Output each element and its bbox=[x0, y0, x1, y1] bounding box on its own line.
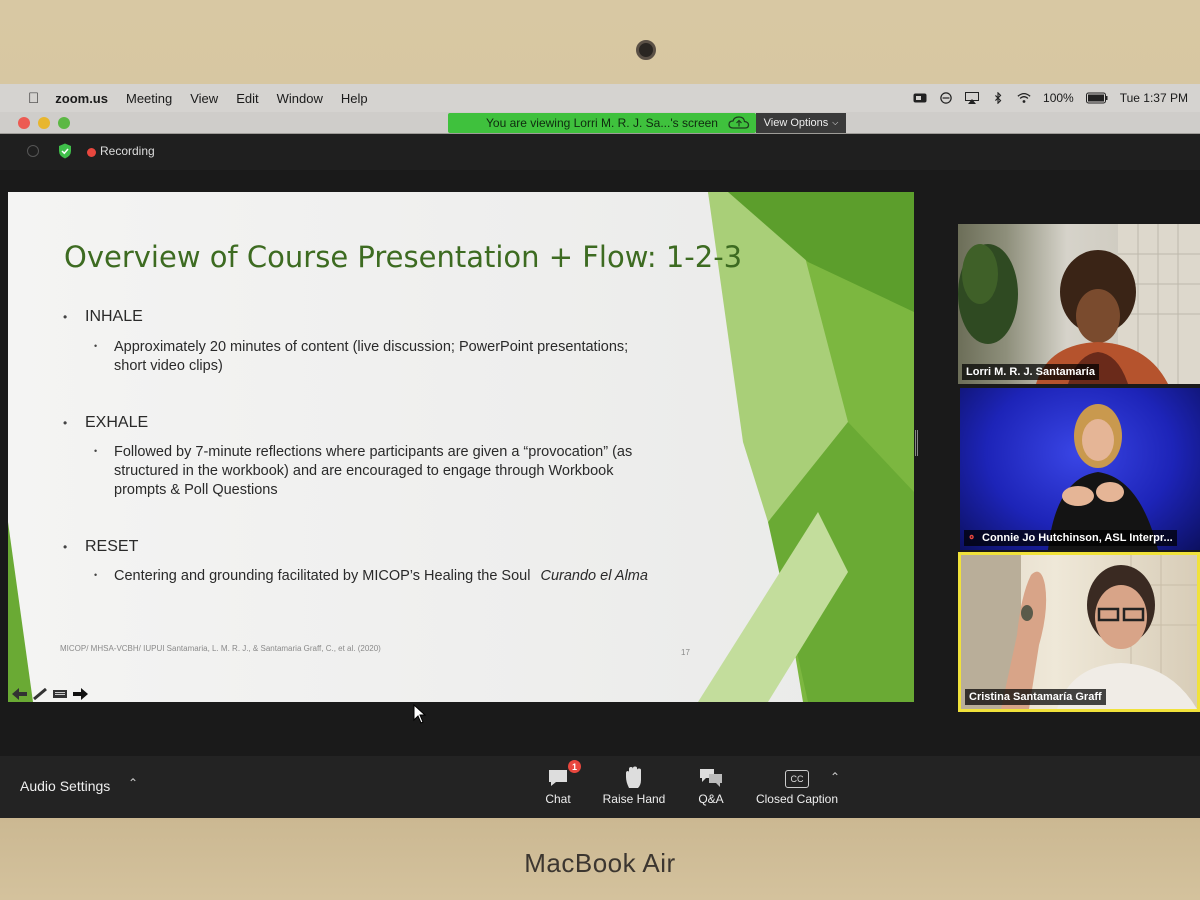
reset-detail: Centering and grounding facilitated by M… bbox=[114, 567, 648, 586]
inhale-detail: Approximately 20 minutes of content (liv… bbox=[114, 338, 628, 376]
zoom-window-button[interactable] bbox=[58, 117, 70, 129]
airplay-icon[interactable] bbox=[965, 92, 980, 104]
sub-bullet-icon: • bbox=[94, 446, 98, 456]
menubar-status-area: 100% Tue 1:37 PM bbox=[913, 84, 1188, 112]
view-options-dropdown[interactable]: View Options ⌵ bbox=[756, 113, 846, 133]
battery-percent: 100% bbox=[1043, 91, 1074, 105]
meeting-info-bar: Recording bbox=[0, 134, 1200, 170]
menubar-clock[interactable]: Tue 1:37 PM bbox=[1120, 91, 1188, 105]
menu-help[interactable]: Help bbox=[341, 91, 368, 106]
recording-dot-icon bbox=[87, 148, 96, 157]
inhale-line-2: short video clips) bbox=[114, 358, 223, 374]
participant-video-tile-active-speaker[interactable]: Cristina Santamaría Graff bbox=[958, 552, 1200, 712]
slides-menu-icon[interactable] bbox=[52, 688, 68, 700]
section-heading-reset: RESET bbox=[85, 538, 139, 555]
section-heading-inhale: INHALE bbox=[85, 308, 143, 325]
exhale-line-2: structured in the workbook) and are enco… bbox=[114, 463, 614, 479]
webcam bbox=[636, 40, 656, 60]
participant-video-tile[interactable]: Lorri M. R. J. Santamaría bbox=[958, 224, 1200, 384]
laptop-screen:  zoom.us Meeting View Edit Window Help … bbox=[0, 84, 1200, 818]
slide-page-number: 17 bbox=[681, 648, 690, 657]
audio-settings-button[interactable]: Audio Settings bbox=[20, 778, 110, 794]
participant-video-tile[interactable]: ⚬ Connie Jo Hutchinson, ASL Interpr... bbox=[960, 388, 1200, 550]
raise-hand-label: Raise Hand bbox=[602, 792, 666, 806]
shared-screen-slide: Overview of Course Presentation + Flow: … bbox=[8, 192, 914, 702]
panel-resize-handle[interactable] bbox=[915, 430, 918, 456]
bluetooth-icon[interactable] bbox=[991, 92, 1005, 104]
reset-italic-phrase: Curando el Alma bbox=[540, 568, 648, 584]
participant-name-text: Connie Jo Hutchinson, ASL Interpr... bbox=[982, 532, 1173, 544]
cloud-icon bbox=[728, 116, 750, 129]
sub-bullet-icon: • bbox=[94, 570, 98, 580]
bullet-icon: • bbox=[63, 416, 68, 430]
meeting-controls-bar: Audio Settings ⌃ 1 Chat Raise Hand Q&A C… bbox=[0, 756, 1200, 818]
macos-menubar:  zoom.us Meeting View Edit Window Help … bbox=[0, 84, 1200, 112]
qa-label: Q&A bbox=[698, 792, 724, 806]
meeting-info-icon[interactable] bbox=[27, 145, 39, 157]
participant-name-label: Lorri M. R. J. Santamaría bbox=[962, 364, 1099, 380]
pen-icon[interactable] bbox=[32, 688, 48, 700]
qa-icon bbox=[700, 769, 722, 787]
participant-video-connie bbox=[1048, 404, 1158, 550]
menu-view[interactable]: View bbox=[190, 91, 218, 106]
menu-app-name[interactable]: zoom.us bbox=[55, 91, 108, 106]
battery-icon[interactable] bbox=[1085, 92, 1108, 104]
screen-share-banner: You are viewing Lorri M. R. J. Sa...'s s… bbox=[448, 113, 756, 133]
bullet-icon: • bbox=[63, 310, 68, 324]
hand-icon bbox=[626, 766, 641, 788]
window-titlebar: You are viewing Lorri M. R. J. Sa...'s s… bbox=[0, 112, 1200, 134]
minimize-window-button[interactable] bbox=[38, 117, 50, 129]
slide-citation: MICOP/ MHSA-VCBH/ IUPUI Santamaria, L. M… bbox=[60, 644, 381, 653]
do-not-disturb-icon[interactable] bbox=[939, 92, 953, 104]
chevron-down-icon: ⌵ bbox=[832, 118, 839, 127]
view-options-label: View Options bbox=[763, 117, 829, 129]
arrow-left-icon[interactable] bbox=[12, 688, 28, 700]
apple-menu-icon[interactable]:  bbox=[28, 90, 39, 107]
menu-meeting[interactable]: Meeting bbox=[126, 91, 172, 106]
shield-icon[interactable] bbox=[58, 143, 72, 159]
participant-name-label: Cristina Santamaría Graff bbox=[965, 689, 1106, 705]
chevron-up-icon[interactable]: ⌃ bbox=[830, 770, 840, 784]
wifi-icon[interactable] bbox=[1017, 92, 1031, 104]
chevron-up-icon[interactable]: ⌃ bbox=[128, 776, 138, 790]
closed-caption-icon: CC bbox=[785, 770, 809, 788]
menu-edit[interactable]: Edit bbox=[236, 91, 258, 106]
muted-mic-icon: ⚬ bbox=[967, 532, 977, 544]
participant-video-cristina bbox=[961, 555, 1197, 709]
arrow-right-icon[interactable] bbox=[72, 688, 88, 700]
slide-title: Overview of Course Presentation + Flow: … bbox=[64, 240, 743, 274]
recording-label[interactable]: Recording bbox=[100, 144, 155, 158]
reset-line-1: Centering and grounding facilitated by M… bbox=[114, 568, 531, 584]
close-window-button[interactable] bbox=[18, 117, 30, 129]
chat-icon bbox=[549, 770, 567, 786]
laptop-brand-label: MacBook Air bbox=[524, 848, 676, 878]
section-heading-exhale: EXHALE bbox=[85, 414, 149, 431]
bullet-icon: • bbox=[63, 540, 68, 554]
mouse-cursor-icon bbox=[413, 704, 427, 724]
exhale-detail: Followed by 7-minute reflections where p… bbox=[114, 443, 632, 500]
chat-label: Chat bbox=[545, 792, 571, 806]
slideshow-toolbar bbox=[12, 688, 88, 700]
inhale-line-1: Approximately 20 minutes of content (liv… bbox=[114, 339, 629, 355]
exhale-line-3: prompts & Poll Questions bbox=[114, 482, 278, 498]
participant-video-lorri bbox=[958, 224, 1200, 384]
share-banner-text: You are viewing Lorri M. R. J. Sa...'s s… bbox=[486, 116, 718, 130]
menu-window[interactable]: Window bbox=[277, 91, 323, 106]
participant-name-label: ⚬ Connie Jo Hutchinson, ASL Interpr... bbox=[964, 530, 1177, 546]
zoom-camera-icon[interactable] bbox=[913, 92, 927, 104]
closed-caption-label: Closed Caption bbox=[755, 792, 839, 806]
exhale-line-1: Followed by 7-minute reflections where p… bbox=[114, 444, 633, 460]
sub-bullet-icon: • bbox=[94, 341, 98, 351]
chat-unread-badge: 1 bbox=[568, 760, 581, 773]
